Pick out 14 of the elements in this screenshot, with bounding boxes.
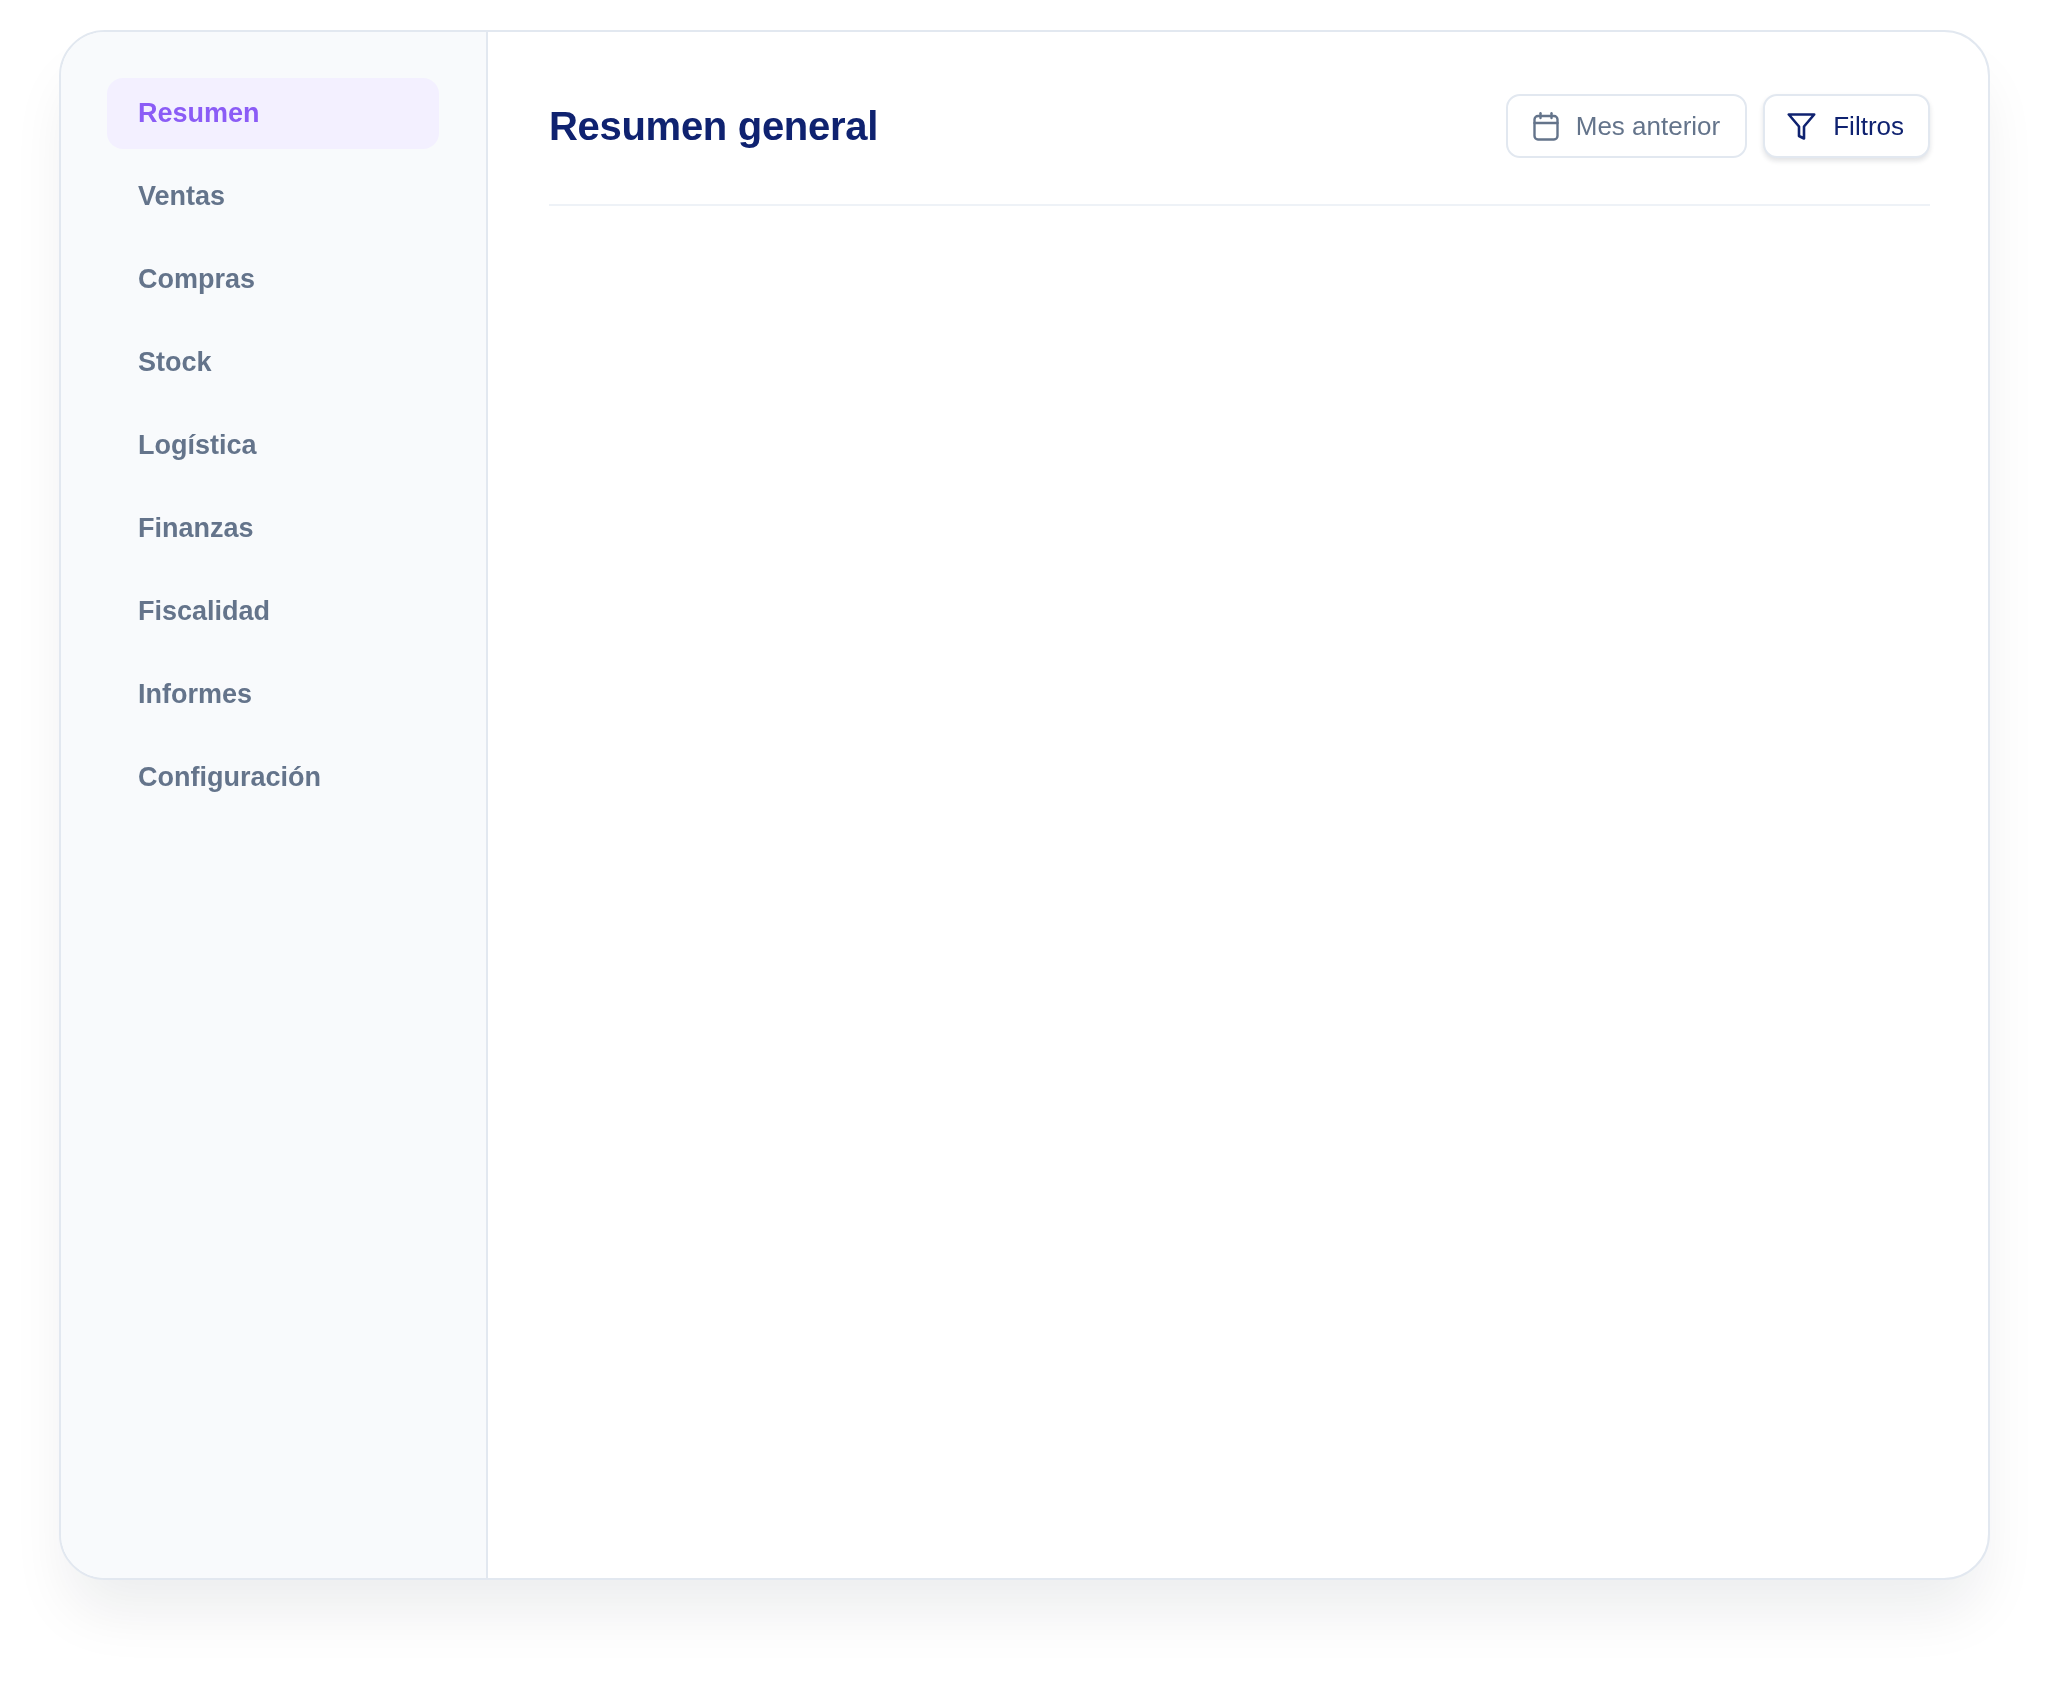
filter-icon <box>1787 111 1817 141</box>
date-range-button[interactable]: Mes anterior <box>1505 94 1748 158</box>
sidebar-item[interactable]: Logística <box>107 410 439 481</box>
sidebar-item[interactable]: Fiscalidad <box>107 576 439 647</box>
sidebar-item[interactable]: Stock <box>107 327 439 398</box>
sidebar-item[interactable]: Informes <box>107 659 439 730</box>
page-title: Resumen general <box>549 103 878 150</box>
sidebar-item[interactable]: Configuración <box>107 742 439 813</box>
filter-button[interactable]: Filtros <box>1763 94 1930 158</box>
sidebar-item[interactable]: Ventas <box>107 161 439 232</box>
sidebar-item[interactable]: Compras <box>107 244 439 315</box>
sidebar-item[interactable]: Finanzas <box>107 493 439 564</box>
calendar-icon <box>1532 111 1559 141</box>
sidebar-item[interactable]: Resumen <box>107 78 439 149</box>
